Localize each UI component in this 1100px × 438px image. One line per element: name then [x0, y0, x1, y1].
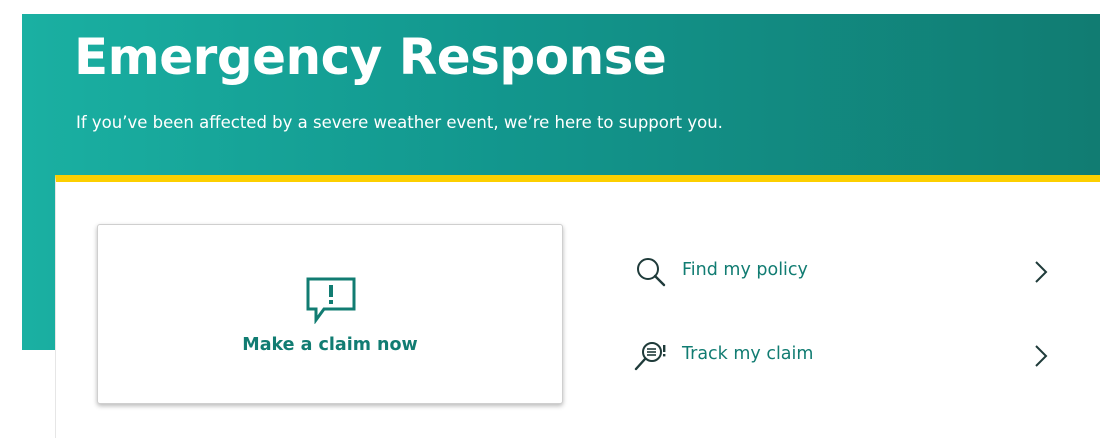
find-my-policy-link[interactable]: Find my policy: [634, 252, 1054, 292]
track-claim-icon: [634, 342, 666, 371]
track-my-claim-label: Track my claim: [682, 344, 814, 364]
emergency-response-page: Emergency Response If you’ve been affect…: [0, 0, 1100, 438]
page-title: Emergency Response: [74, 28, 667, 86]
hero-subtitle: If you’ve been affected by a severe weat…: [76, 113, 723, 132]
alert-message-icon: [306, 277, 356, 324]
search-icon: [637, 258, 666, 287]
make-claim-button[interactable]: Make a claim now: [97, 224, 563, 404]
make-claim-label: Make a claim now: [242, 335, 418, 355]
chevron-right-icon: [1035, 345, 1048, 367]
find-my-policy-label: Find my policy: [682, 260, 808, 280]
actions-panel: Make a claim now Find my policy Track my…: [55, 175, 1100, 438]
track-my-claim-link[interactable]: Track my claim: [634, 336, 1054, 376]
chevron-right-icon: [1035, 261, 1048, 283]
